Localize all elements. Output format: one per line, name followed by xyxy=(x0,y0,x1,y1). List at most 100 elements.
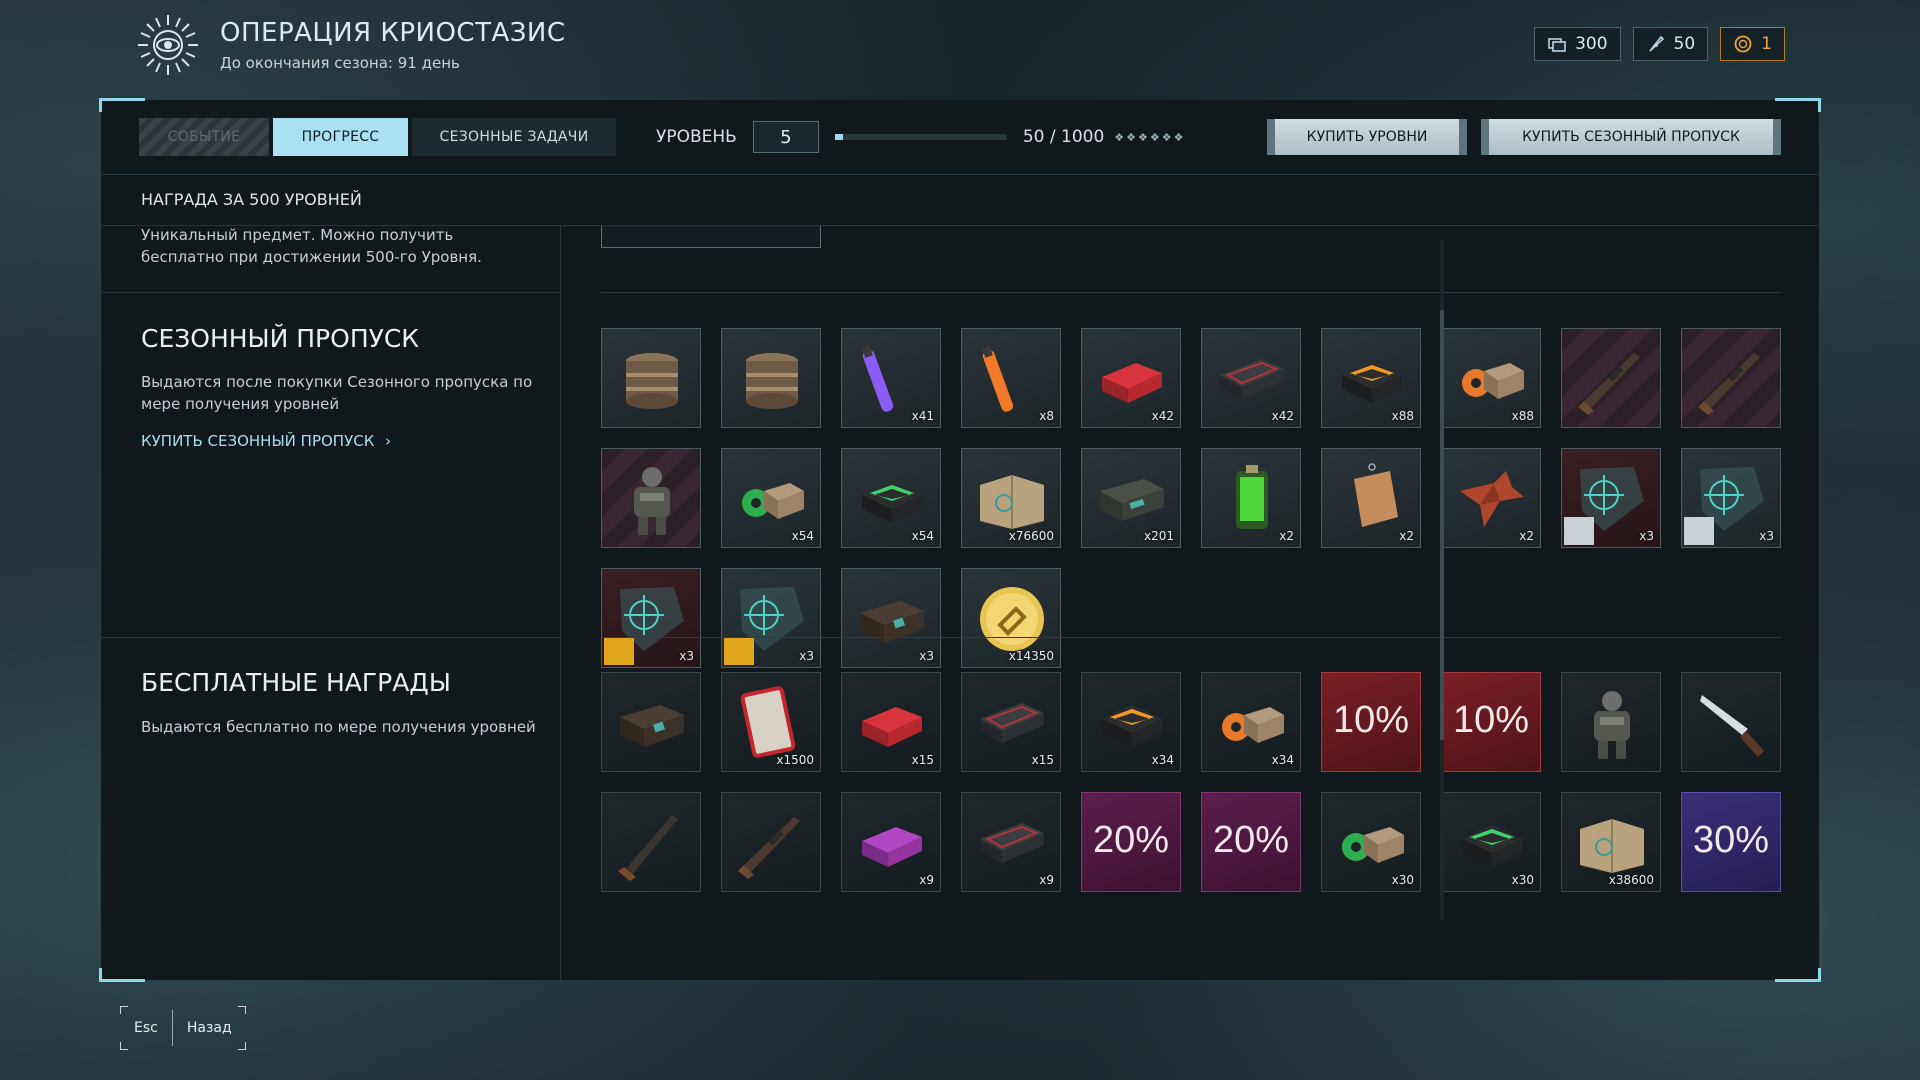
buy-levels-button[interactable]: КУПИТЬ УРОВНИ xyxy=(1267,119,1467,155)
buy-season-pass-button[interactable]: КУПИТЬ СЕЗОННЫЙ ПРОПУСК xyxy=(1481,119,1781,155)
red-card-icon xyxy=(740,686,796,758)
pass-reward-tile[interactable]: x3 xyxy=(601,568,701,668)
free-reward-tile[interactable]: x38600 xyxy=(1561,792,1661,892)
free-reward-tile[interactable] xyxy=(601,672,701,772)
pass-reward-tile[interactable] xyxy=(1681,328,1781,428)
discount-percent: 10% xyxy=(1452,699,1530,741)
reward-quantity: x9 xyxy=(1039,873,1054,887)
reward-quantity: x1500 xyxy=(776,753,814,767)
tab-event[interactable]: СОБЫТИЕ xyxy=(139,118,269,156)
free-reward-tile[interactable]: 10% xyxy=(1321,672,1421,772)
pass-reward-tile[interactable]: x41 xyxy=(841,328,941,428)
free-reward-tile[interactable]: 20% xyxy=(1081,792,1181,892)
free-reward-tile[interactable]: x30 xyxy=(1441,792,1541,892)
free-reward-tile[interactable] xyxy=(1681,672,1781,772)
reward-quantity: x201 xyxy=(1143,529,1174,543)
scrollbar-thumb[interactable] xyxy=(1440,310,1444,740)
orange-x-box-icon xyxy=(1342,361,1402,403)
pass-reward-tile[interactable]: x2 xyxy=(1201,448,1301,548)
tab-progress[interactable]: ПРОГРЕСС xyxy=(273,118,408,156)
rewards-scroll-area[interactable]: x41 x8 x42 x42 x88 x88 x54 x54 x76600 x201 x2 x2 x2 x… xyxy=(561,226,1821,980)
reward-quantity: x2 xyxy=(1519,529,1534,543)
free-reward-tile[interactable] xyxy=(601,792,701,892)
pass-reward-tile[interactable]: x88 xyxy=(1441,328,1541,428)
reward-quantity: x2 xyxy=(1399,529,1414,543)
buy-season-pass-link[interactable]: КУПИТЬ СЕЗОННЫЙ ПРОПУСК › xyxy=(141,432,391,450)
currency-tickets[interactable]: 300 xyxy=(1534,27,1621,61)
red-case-icon xyxy=(862,707,922,747)
level-progress-fill xyxy=(834,134,844,140)
free-reward-tile[interactable]: x15 xyxy=(961,672,1061,772)
pass-reward-tile[interactable]: x3 xyxy=(841,568,941,668)
back-button[interactable]: Назад xyxy=(173,1006,246,1050)
pass-reward-tile[interactable]: x54 xyxy=(841,448,941,548)
free-reward-tile[interactable] xyxy=(1561,672,1661,772)
scrollbar[interactable] xyxy=(1440,240,1444,920)
pass-reward-tile[interactable]: x3 xyxy=(1561,448,1661,548)
reward-quantity: x3 xyxy=(799,649,814,663)
free-reward-tile[interactable]: x34 xyxy=(1201,672,1301,772)
pass-reward-tile[interactable]: x2 xyxy=(1441,448,1541,548)
currency-bar: 300 50 1 xyxy=(1534,27,1785,61)
currency-gold[interactable]: 1 xyxy=(1720,27,1785,61)
battle-pass-panel: СОБЫТИЕ ПРОГРЕСС СЕЗОННЫЕ ЗАДАЧИ УРОВЕНЬ… xyxy=(99,98,1821,982)
purple-case-icon xyxy=(862,827,922,867)
reward-500-card[interactable] xyxy=(601,226,821,248)
pass-reward-tile[interactable] xyxy=(601,448,701,548)
free-reward-tile[interactable]: x30 xyxy=(1321,792,1421,892)
rifle-icon xyxy=(1698,353,1760,415)
free-reward-tile[interactable]: x15 xyxy=(841,672,941,772)
reward-quantity: x15 xyxy=(1031,753,1054,767)
pass-reward-tile[interactable]: x3 xyxy=(721,568,821,668)
pass-reward-tile[interactable] xyxy=(1561,328,1661,428)
reward-quantity: x54 xyxy=(791,529,814,543)
armor-category-badge-icon xyxy=(1564,517,1594,545)
weapon-case-icon xyxy=(980,703,1044,743)
pass-reward-tile[interactable]: x54 xyxy=(721,448,821,548)
esc-key-hint[interactable]: Esc xyxy=(120,1006,173,1050)
pass-reward-tile[interactable]: x8 xyxy=(961,328,1061,428)
reward-quantity: x14350 xyxy=(1008,649,1054,663)
free-reward-tile[interactable]: 30% xyxy=(1681,792,1781,892)
pass-reward-tile[interactable]: x14350 xyxy=(961,568,1061,668)
free-reward-tile[interactable]: x1500 xyxy=(721,672,821,772)
pass-reward-tile[interactable]: x42 xyxy=(1081,328,1181,428)
armored-soldier-icon xyxy=(634,467,670,535)
tab-season-tasks[interactable]: СЕЗОННЫЕ ЗАДАЧИ xyxy=(412,118,616,156)
drum-container-icon xyxy=(626,353,678,409)
pass-reward-tile[interactable]: x3 xyxy=(1681,448,1781,548)
pass-reward-tile[interactable]: x201 xyxy=(1081,448,1181,548)
pass-reward-tile[interactable] xyxy=(601,328,701,428)
divider xyxy=(601,292,1781,293)
season-eye-logo-icon xyxy=(138,15,198,75)
currency-tokens-value: 50 xyxy=(1673,34,1696,54)
free-reward-tile[interactable]: x9 xyxy=(961,792,1061,892)
tickets-icon xyxy=(1548,38,1566,52)
pass-reward-tile[interactable]: x42 xyxy=(1201,328,1301,428)
reward-quantity: x3 xyxy=(679,649,694,663)
free-reward-tile[interactable]: x34 xyxy=(1081,672,1181,772)
reward-quantity: x88 xyxy=(1391,409,1414,423)
red-case-icon xyxy=(1102,363,1162,403)
pass-reward-tile[interactable]: x76600 xyxy=(961,448,1061,548)
free-reward-tile[interactable]: x9 xyxy=(841,792,941,892)
pass-reward-tile[interactable] xyxy=(721,328,821,428)
orange-box-icon xyxy=(1462,363,1524,399)
reward-quantity: x3 xyxy=(919,649,934,663)
weapon-category-badge-icon xyxy=(724,637,754,665)
rank-stars: ❖❖❖❖❖❖ xyxy=(1114,130,1186,144)
free-reward-tile[interactable]: 20% xyxy=(1201,792,1301,892)
pass-reward-tile[interactable]: x2 xyxy=(1321,448,1421,548)
currency-tokens[interactable]: 50 xyxy=(1632,27,1709,61)
armored-soldier-icon xyxy=(1594,691,1630,759)
pass-reward-tile[interactable]: x88 xyxy=(1321,328,1421,428)
reward-categories: Уникальный предмет. Можно получить беспл… xyxy=(101,226,561,980)
free-reward-tile[interactable] xyxy=(721,792,821,892)
chevron-right-icon: › xyxy=(385,432,392,450)
free-reward-tile[interactable]: 10% xyxy=(1441,672,1541,772)
rifle-icon xyxy=(738,817,800,879)
season-pass-title: СЕЗОННЫЙ ПРОПУСК xyxy=(141,324,420,353)
reward-500-description: Уникальный предмет. Можно получить беспл… xyxy=(141,226,482,266)
dog-tag-icon xyxy=(1354,463,1398,527)
green-box-icon xyxy=(1342,827,1404,863)
